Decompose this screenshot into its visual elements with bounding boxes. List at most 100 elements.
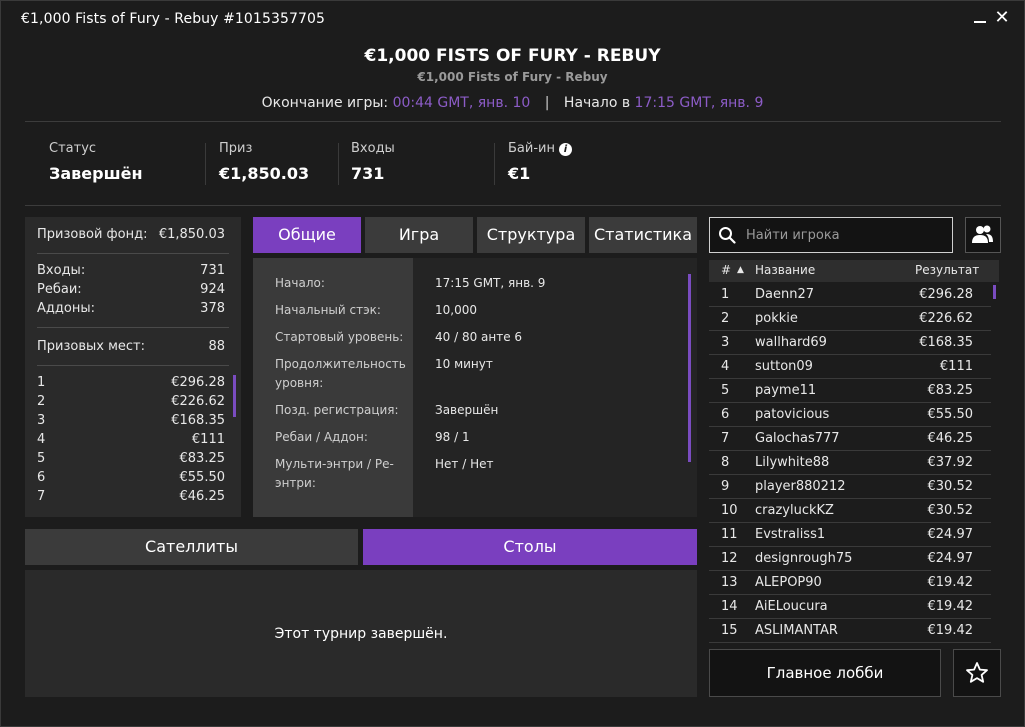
tab-tables[interactable]: Столы bbox=[363, 529, 697, 565]
payout-place: 6 bbox=[37, 470, 46, 485]
player-name: sutton09 bbox=[755, 359, 813, 374]
result-row[interactable]: 9 player880212 €30.52 bbox=[709, 475, 991, 499]
times-separator: | bbox=[544, 95, 550, 111]
player-name: patovicious bbox=[755, 407, 830, 422]
col-name[interactable]: Название bbox=[755, 263, 815, 277]
star-icon bbox=[966, 662, 988, 683]
payout-amount: €55.50 bbox=[179, 470, 226, 485]
tournament-lobby-window: €1,000 Fists of Fury - Rebuy #1015357705… bbox=[0, 0, 1025, 727]
tab-general[interactable]: Общие bbox=[253, 217, 361, 253]
col-result[interactable]: Результат bbox=[915, 263, 979, 277]
result-row[interactable]: 1 Daenn27 €296.28 bbox=[709, 283, 991, 307]
search-icon bbox=[719, 227, 736, 244]
result-rank: 4 bbox=[721, 359, 730, 374]
result-row[interactable]: 13 ALEPOP90 €19.42 bbox=[709, 571, 991, 595]
end-time: 00:44 GMT, янв. 10 bbox=[392, 95, 531, 111]
result-rank: 9 bbox=[721, 479, 730, 494]
payout-place: 4 bbox=[37, 432, 46, 447]
payout-amount: €226.62 bbox=[171, 394, 225, 409]
prize-places-label: Призовых мест: bbox=[37, 339, 145, 354]
player-name: Galochas777 bbox=[755, 431, 840, 446]
entries-label: Входы bbox=[351, 141, 395, 156]
detail-value: Нет / Нет bbox=[435, 457, 494, 471]
buyin-value: €1 bbox=[508, 164, 531, 183]
payout-row: 4 €111 bbox=[37, 432, 225, 447]
result-row[interactable]: 6 patovicious €55.50 bbox=[709, 403, 991, 427]
result-rank: 14 bbox=[721, 599, 738, 614]
info-status: Статус Завершён bbox=[49, 141, 143, 183]
result-row[interactable]: 7 Galochas777 €46.25 bbox=[709, 427, 991, 451]
player-name: payme11 bbox=[755, 383, 817, 398]
divider bbox=[37, 253, 229, 254]
player-name: crazyluckKZ bbox=[755, 503, 834, 518]
detail-label: Позд. регистрация: bbox=[275, 403, 399, 417]
result-rank: 1 bbox=[721, 287, 730, 302]
favorite-button[interactable] bbox=[953, 649, 1001, 697]
prize-fund-row: Призовой фонд: €1,850.03 bbox=[37, 227, 225, 242]
detail-value: 40 / 80 анте 6 bbox=[435, 330, 523, 344]
detail-label: Начальный стэк: bbox=[275, 303, 381, 317]
col-rank[interactable]: # bbox=[721, 263, 731, 277]
result-rank: 12 bbox=[721, 551, 738, 566]
entries-value: 731 bbox=[351, 164, 385, 183]
tournament-times: Окончание игры: 00:44 GMT, янв. 10 | Нач… bbox=[1, 95, 1024, 111]
payout-row: 2 €226.62 bbox=[37, 394, 225, 409]
result-row[interactable]: 14 AiELoucura €19.42 bbox=[709, 595, 991, 619]
tournament-title: €1,000 FISTS OF FURY - REBUY bbox=[364, 46, 661, 66]
result-row[interactable]: 11 Evstraliss1 €24.97 bbox=[709, 523, 991, 547]
detail-value: 17:15 GMT, янв. 9 bbox=[435, 276, 546, 290]
payout-place: 7 bbox=[37, 489, 46, 504]
detail-label: Начало: bbox=[275, 276, 325, 290]
result-row[interactable]: 3 wallhard69 €168.35 bbox=[709, 331, 991, 355]
results-header: # ▲ Название Результат bbox=[709, 260, 999, 282]
payout-amount: €83.25 bbox=[179, 451, 226, 466]
player-result: €24.97 bbox=[927, 551, 974, 566]
info-prize: Приз €1,850.03 bbox=[219, 141, 309, 183]
tab-statistics[interactable]: Статистика bbox=[589, 217, 697, 253]
result-rank: 11 bbox=[721, 527, 738, 542]
result-row[interactable]: 5 payme11 €83.25 bbox=[709, 379, 991, 403]
prize-fund-value: €1,850.03 bbox=[158, 227, 225, 242]
info-divider bbox=[205, 143, 206, 185]
minimize-button[interactable] bbox=[969, 7, 991, 29]
result-row[interactable]: 12 designrough75 €24.97 bbox=[709, 547, 991, 571]
status-label: Статус bbox=[49, 141, 97, 156]
player-name: Lilywhite88 bbox=[755, 455, 830, 470]
tournament-subtitle: €1,000 Fists of Fury - Rebuy bbox=[417, 70, 608, 84]
result-row[interactable]: 2 pokkie €226.62 bbox=[709, 307, 991, 331]
players-button[interactable] bbox=[965, 217, 1001, 253]
tables-panel: Этот турнир завершён. bbox=[25, 570, 697, 697]
tab-structure[interactable]: Структура bbox=[477, 217, 585, 253]
result-row[interactable]: 15 ASLIMANTAR €19.42 bbox=[709, 619, 991, 643]
info-icon[interactable]: i bbox=[558, 143, 572, 156]
general-details-panel: Начало: 17:15 GMT, янв. 9 Начальный стэк… bbox=[253, 258, 697, 517]
result-rank: 15 bbox=[721, 623, 738, 638]
detail-value: 10,000 bbox=[435, 303, 477, 317]
tab-game[interactable]: Игра bbox=[365, 217, 473, 253]
sort-ascending-icon[interactable]: ▲ bbox=[737, 265, 744, 275]
tab-satellites[interactable]: Сателлиты bbox=[25, 529, 358, 565]
result-row[interactable]: 8 Lilywhite88 €37.92 bbox=[709, 451, 991, 475]
search-input[interactable] bbox=[746, 218, 946, 252]
player-search bbox=[709, 217, 953, 253]
player-result: €168.35 bbox=[919, 335, 973, 350]
payouts-scrollbar[interactable] bbox=[233, 375, 236, 417]
result-row[interactable]: 10 crazyluckKZ €30.52 bbox=[709, 499, 991, 523]
player-result: €83.25 bbox=[927, 383, 974, 398]
payout-place: 5 bbox=[37, 451, 46, 466]
player-result: €30.52 bbox=[927, 503, 974, 518]
details-scrollbar[interactable] bbox=[688, 274, 691, 462]
player-result: €19.42 bbox=[927, 599, 974, 614]
player-name: player880212 bbox=[755, 479, 846, 494]
entries-value: 731 bbox=[200, 263, 225, 278]
result-row[interactable]: 4 sutton09 €111 bbox=[709, 355, 991, 379]
main-lobby-button[interactable]: Главное лобби bbox=[709, 649, 941, 697]
detail-value: 10 минут bbox=[435, 357, 493, 371]
detail-value: Завершён bbox=[435, 403, 499, 417]
results-scrollbar[interactable] bbox=[993, 285, 996, 299]
start-label: Начало в bbox=[563, 95, 631, 111]
payout-row: 5 €83.25 bbox=[37, 451, 225, 466]
result-rank: 8 bbox=[721, 455, 730, 470]
close-button[interactable]: ✕ bbox=[991, 7, 1013, 29]
window-title: €1,000 Fists of Fury - Rebuy #1015357705 bbox=[21, 11, 325, 27]
